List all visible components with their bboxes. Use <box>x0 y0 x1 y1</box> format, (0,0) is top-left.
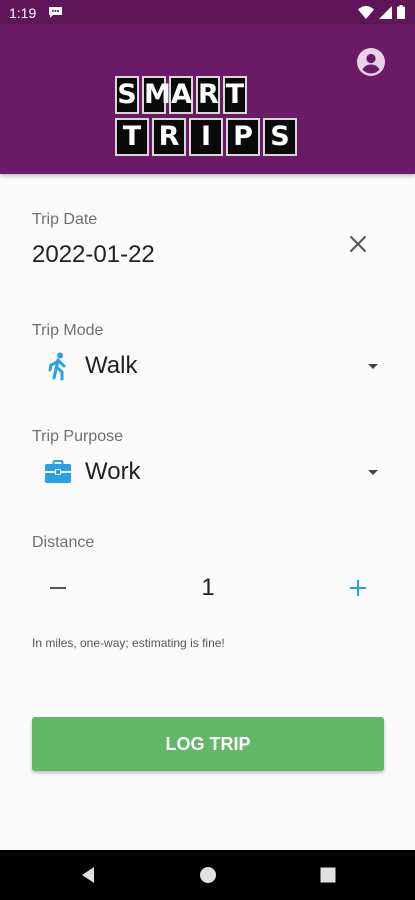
logo-tile: R <box>196 76 220 114</box>
plus-icon[interactable] <box>338 568 378 608</box>
app-header: S M A R T T R I P S <box>0 24 415 174</box>
status-bar: 1:19 <box>0 0 415 24</box>
logo-tile: T <box>223 76 247 114</box>
logo-tile: R <box>152 118 186 156</box>
trip-purpose-label: Trip Purpose <box>32 428 123 445</box>
home-icon[interactable] <box>198 865 218 885</box>
trip-purpose-value: Work <box>85 458 141 485</box>
logo-tile: S <box>115 76 139 114</box>
clear-date-icon[interactable] <box>348 234 368 254</box>
minus-icon[interactable] <box>38 568 78 608</box>
chevron-down-icon <box>368 364 378 369</box>
distance-value[interactable]: 1 <box>160 574 256 602</box>
logo-tile: P <box>226 118 260 156</box>
trip-date-label: Trip Date <box>32 211 98 228</box>
wifi-icon <box>358 5 374 19</box>
navigation-bar <box>0 850 415 900</box>
recents-icon[interactable] <box>318 865 338 885</box>
distance-label: Distance <box>32 534 95 551</box>
trip-date-value[interactable]: 2022-01-22 <box>32 241 155 269</box>
trip-purpose-select[interactable]: Work <box>32 452 384 494</box>
trip-mode-select[interactable]: Walk <box>32 346 384 388</box>
message-icon <box>49 7 62 18</box>
logo-tile: I <box>189 118 223 156</box>
distance-hint: In miles, one-way; estimating is fine! <box>32 636 225 650</box>
trip-mode-label: Trip Mode <box>32 322 104 339</box>
status-time: 1:19 <box>9 5 37 21</box>
logo-tile: A <box>169 76 193 114</box>
account-icon[interactable] <box>355 46 387 78</box>
logo-row-top: S M A R T <box>115 76 301 114</box>
logo-tile: T <box>115 118 149 156</box>
logo-tile: S <box>263 118 297 156</box>
chevron-down-icon <box>368 470 378 475</box>
logo-row-bottom: T R I P S <box>115 118 301 156</box>
log-trip-button[interactable]: LOG TRIP <box>32 717 384 771</box>
smart-trips-logo: S M A R T T R I P S <box>115 76 301 160</box>
battery-icon <box>397 5 405 19</box>
walk-icon <box>48 352 66 381</box>
back-icon[interactable] <box>78 865 98 885</box>
logo-tile: M <box>142 76 171 114</box>
briefcase-icon <box>45 460 71 483</box>
trip-mode-value: Walk <box>85 352 138 379</box>
signal-icon <box>379 5 392 19</box>
